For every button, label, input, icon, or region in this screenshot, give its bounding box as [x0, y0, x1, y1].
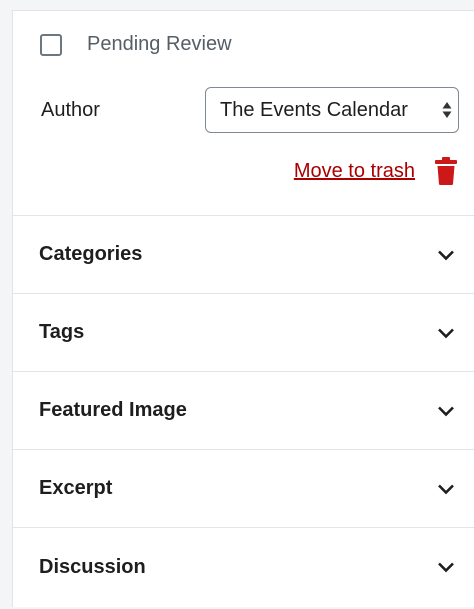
section-categories[interactable]: Categories: [13, 216, 474, 294]
section-featured-image[interactable]: Featured Image: [13, 372, 474, 450]
trash-icon[interactable]: [435, 157, 457, 185]
trash-row: Move to trash: [294, 157, 457, 185]
status-section: Pending Review Author The Events Calenda…: [13, 11, 474, 216]
section-title: Categories: [39, 243, 143, 265]
select-arrows-icon: [442, 101, 452, 119]
move-to-trash-link[interactable]: Move to trash: [294, 160, 415, 183]
chevron-down-icon: [436, 245, 456, 265]
section-discussion[interactable]: Discussion: [13, 528, 474, 606]
chevron-down-icon: [436, 323, 456, 343]
section-title: Tags: [39, 321, 85, 343]
author-row: Author The Events Calendar: [41, 87, 459, 133]
section-excerpt[interactable]: Excerpt: [13, 450, 474, 528]
document-settings-panel: Pending Review Author The Events Calenda…: [12, 10, 474, 607]
author-select[interactable]: The Events Calendar: [205, 87, 459, 133]
chevron-down-icon: [436, 479, 456, 499]
chevron-down-icon: [436, 557, 456, 577]
author-label: Author: [41, 98, 100, 121]
author-selected-value: The Events Calendar: [220, 98, 408, 121]
chevron-down-icon: [436, 401, 456, 421]
section-title: Featured Image: [39, 399, 187, 421]
section-title: Discussion: [39, 555, 146, 578]
section-title: Excerpt: [39, 477, 113, 499]
pending-review-label: Pending Review: [87, 33, 232, 55]
section-tags[interactable]: Tags: [13, 294, 474, 372]
pending-review-toggle[interactable]: Pending Review: [40, 33, 232, 56]
pending-review-checkbox[interactable]: [40, 33, 62, 56]
